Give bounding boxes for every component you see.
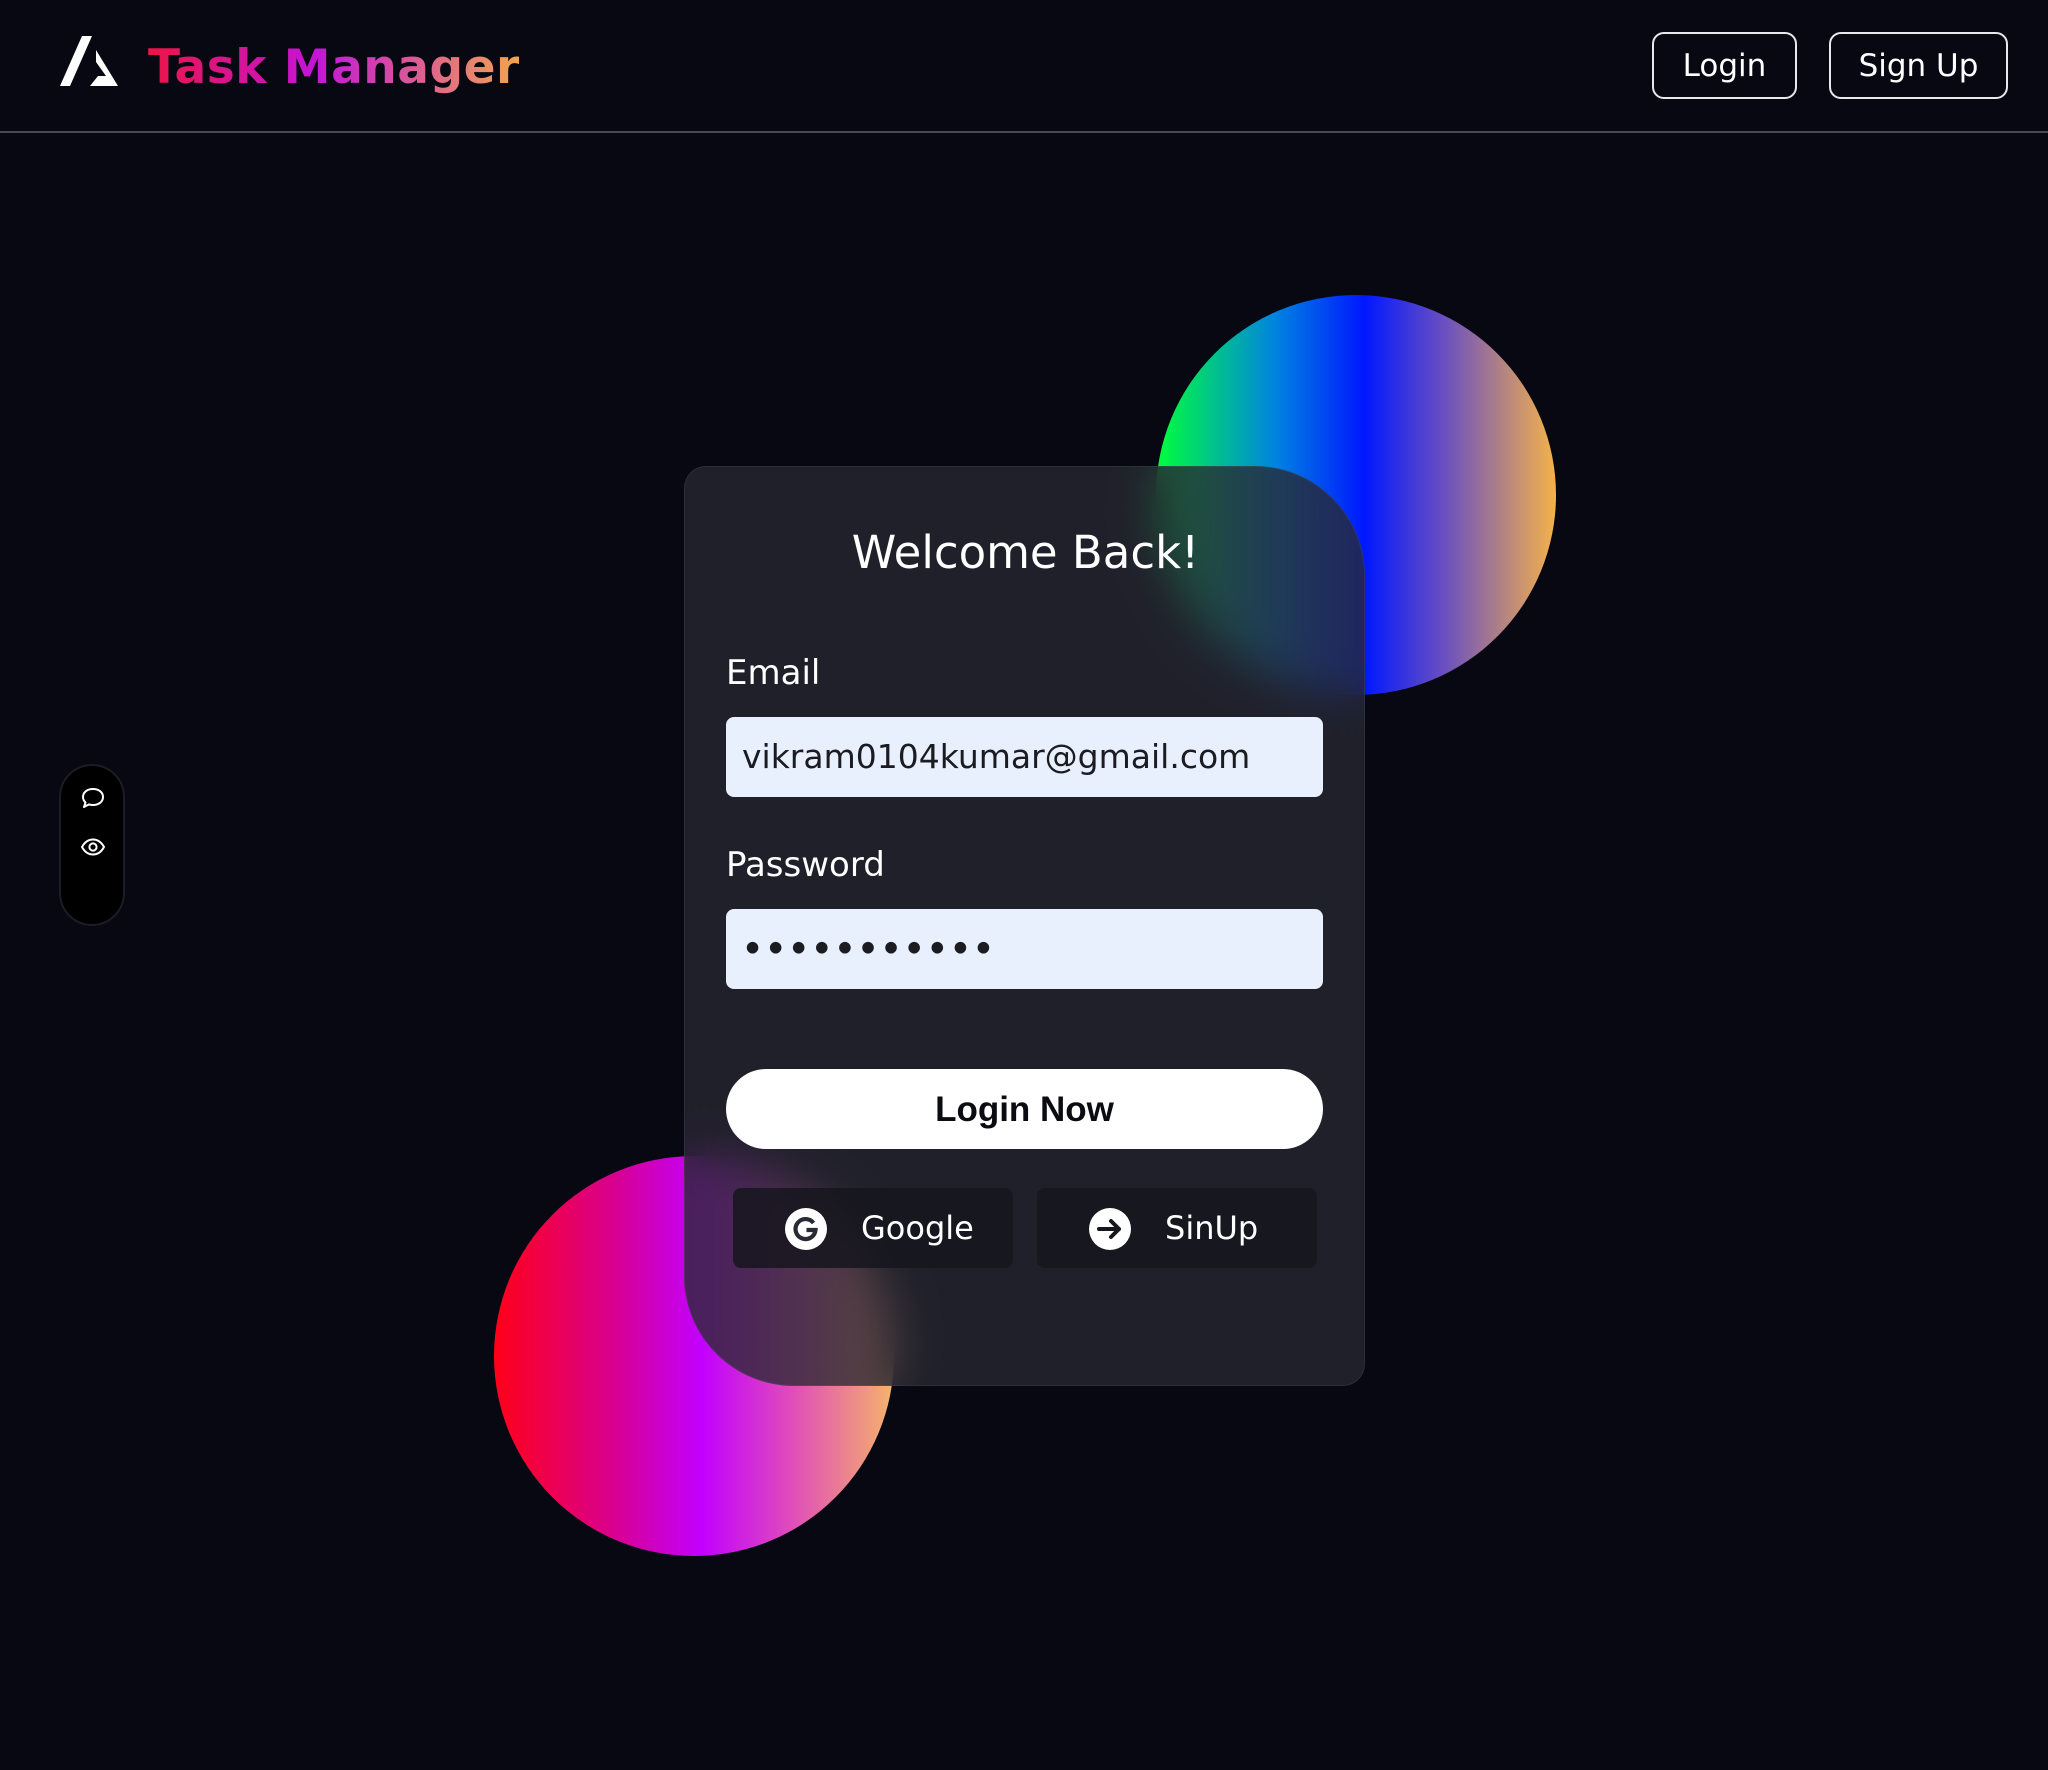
- google-button-label: Google: [861, 1209, 974, 1247]
- signup-button-label: SinUp: [1165, 1209, 1259, 1247]
- email-label: Email: [726, 653, 821, 693]
- nav-signup-button[interactable]: Sign Up: [1829, 32, 2008, 99]
- top-navbar: Task Manager Login Sign Up: [0, 0, 2048, 133]
- password-label: Password: [726, 845, 885, 885]
- login-now-button[interactable]: Login Now: [726, 1069, 1323, 1149]
- google-icon: [785, 1208, 827, 1250]
- google-login-button[interactable]: Google: [733, 1188, 1013, 1268]
- card-title: Welcome Back!: [851, 526, 1200, 579]
- brand-title[interactable]: Task Manager: [148, 36, 520, 100]
- chat-bubble-icon[interactable]: [80, 786, 106, 812]
- nav-login-button[interactable]: Login: [1652, 32, 1797, 99]
- signup-link-button[interactable]: SinUp: [1037, 1188, 1317, 1268]
- email-field[interactable]: vikram0104kumar@gmail.com: [726, 717, 1323, 797]
- arrow-right-circle-icon: [1089, 1208, 1131, 1250]
- login-page: Task Manager Login Sign Up Welcome Back!…: [0, 0, 2048, 1770]
- logo-icon[interactable]: [60, 36, 120, 88]
- password-field[interactable]: •••••••••••: [726, 909, 1323, 989]
- eye-icon[interactable]: [80, 834, 106, 860]
- side-toolbar: [59, 764, 125, 926]
- login-card: Welcome Back! Email vikram0104kumar@gmai…: [684, 466, 1365, 1386]
